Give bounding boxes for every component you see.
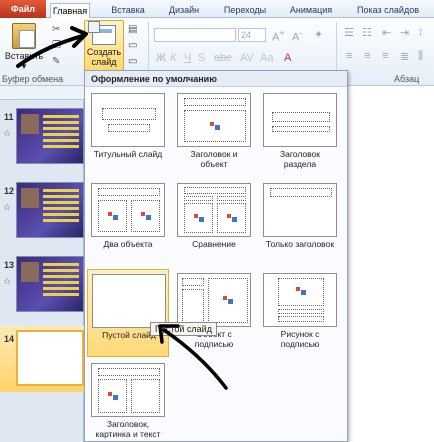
new-slide-label-2: слайд bbox=[91, 57, 117, 67]
layout-label: Только заголовок bbox=[265, 239, 335, 249]
picture-icon bbox=[141, 212, 151, 220]
layout-label: Титульный слайд bbox=[93, 149, 163, 159]
align-left-icon[interactable]: ≡ bbox=[346, 50, 352, 62]
spacing-icon[interactable]: AV bbox=[240, 52, 254, 64]
layout-preview bbox=[177, 93, 251, 147]
indent-icon[interactable]: ⇤ bbox=[382, 26, 391, 39]
justify-icon[interactable]: ≣ bbox=[400, 50, 409, 63]
columns-icon[interactable]: ⫼ bbox=[418, 50, 423, 63]
font-size-box[interactable]: 24 bbox=[238, 28, 266, 42]
layout-title-picture-text[interactable]: Заголовок, картинка и текст bbox=[87, 359, 169, 442]
layout-gallery: Оформление по умолчанию Титульный слайд … bbox=[84, 70, 348, 442]
slide-number: 12 bbox=[4, 186, 15, 196]
new-slide-icon bbox=[88, 21, 116, 45]
layout-comparison[interactable]: Сравнение bbox=[173, 179, 255, 267]
picture-icon bbox=[296, 287, 306, 295]
format-painter-icon[interactable]: ✎ bbox=[52, 56, 60, 67]
layout-preview bbox=[263, 183, 337, 237]
paste-label: Вставить bbox=[4, 51, 44, 61]
slide-number: 11 bbox=[4, 112, 14, 122]
layout-two-content[interactable]: Два объекта bbox=[87, 179, 169, 267]
align-right-icon[interactable]: ≡ bbox=[382, 50, 388, 62]
grow-font-icon[interactable]: A+ bbox=[272, 28, 285, 44]
case-icon[interactable]: Aa bbox=[260, 52, 273, 64]
picture-icon bbox=[223, 296, 233, 304]
slide-thumbnail[interactable] bbox=[16, 182, 84, 238]
reset-icon[interactable]: ▭ bbox=[128, 40, 137, 51]
picture-icon bbox=[108, 392, 118, 400]
layout-label: Рисунок с подписью bbox=[280, 329, 320, 349]
picture-icon bbox=[227, 214, 237, 222]
section-icon[interactable]: ▭ bbox=[128, 56, 137, 67]
layout-preview bbox=[92, 274, 166, 328]
slide-thumbnails-pane: 11 ☆ 12 ☆ 13 ☆ 14 bbox=[0, 86, 84, 442]
align-center-icon[interactable]: ≡ bbox=[364, 50, 370, 62]
bullets-icon[interactable]: ☰ bbox=[344, 26, 354, 39]
slide-thumbnail[interactable] bbox=[16, 108, 84, 164]
picture-icon bbox=[210, 122, 220, 130]
layout-picture-with-caption[interactable]: Рисунок с подписью bbox=[259, 269, 341, 357]
layout-label: Заголовок, картинка и текст bbox=[95, 419, 161, 439]
line-spacing-icon[interactable]: ↕ bbox=[418, 26, 424, 38]
layout-title-slide[interactable]: Титульный слайд bbox=[87, 89, 169, 177]
layout-preview bbox=[263, 273, 337, 327]
slide-thumbnail-selected[interactable] bbox=[16, 330, 84, 386]
tooltip: Пустой слайд bbox=[150, 322, 217, 336]
ribbon-tab-bar: Файл Главная Вставка Дизайн Переходы Ани… bbox=[0, 0, 434, 18]
animation-star-icon: ☆ bbox=[3, 276, 12, 286]
chevron-down-icon: ▾ bbox=[21, 61, 27, 71]
font-family-box[interactable] bbox=[154, 28, 236, 42]
strikethrough-icon[interactable]: abc bbox=[214, 52, 232, 64]
tab-file[interactable]: Файл bbox=[0, 0, 46, 18]
layout-preview bbox=[91, 93, 165, 147]
layout-preview bbox=[177, 183, 251, 237]
shadow-icon[interactable]: S bbox=[198, 52, 205, 64]
picture-icon bbox=[194, 214, 204, 222]
tab-slideshow[interactable]: Показ слайдов bbox=[350, 3, 426, 18]
layout-section-header[interactable]: Заголовок раздела bbox=[259, 89, 341, 177]
layout-label: Сравнение bbox=[192, 239, 236, 249]
paragraph-group-label: Абзац bbox=[394, 74, 420, 84]
pane-tabs[interactable] bbox=[0, 86, 84, 100]
slide-number: 13 bbox=[4, 260, 15, 270]
tab-home[interactable]: Главная bbox=[50, 3, 90, 18]
clear-format-icon[interactable]: ✦ bbox=[314, 28, 323, 41]
animation-star-icon: ☆ bbox=[3, 128, 12, 138]
shrink-font-icon[interactable]: A- bbox=[292, 28, 302, 44]
layout-content-with-caption[interactable]: Объект сподписью bbox=[173, 269, 255, 357]
layout-preview bbox=[177, 273, 251, 327]
tab-animation[interactable]: Анимация bbox=[283, 3, 339, 18]
tab-insert[interactable]: Вставка bbox=[108, 3, 148, 18]
copy-icon[interactable]: ❐ bbox=[52, 40, 61, 51]
layout-label: Заголовок раздела bbox=[280, 149, 320, 169]
paste-button[interactable]: Вставить ▾ bbox=[2, 20, 46, 71]
paste-icon bbox=[12, 23, 36, 49]
layout-title-and-content[interactable]: Заголовок и объект bbox=[173, 89, 255, 177]
gallery-header: Оформление по умолчанию bbox=[85, 71, 347, 87]
numbering-icon[interactable]: ☷ bbox=[362, 26, 372, 39]
slide-thumbnail[interactable] bbox=[16, 256, 84, 312]
cut-icon[interactable]: ✂ bbox=[52, 24, 60, 35]
layout-preview bbox=[91, 183, 165, 237]
layout-label: Заголовок и объект bbox=[190, 149, 238, 169]
new-slide-label-1: Создать bbox=[86, 47, 122, 57]
italic-icon[interactable]: К bbox=[170, 52, 176, 64]
tab-transitions[interactable]: Переходы bbox=[218, 3, 272, 18]
layout-preview bbox=[91, 363, 165, 417]
layout-icon[interactable]: ▤ bbox=[128, 24, 137, 35]
bold-icon[interactable]: Ж bbox=[156, 52, 166, 64]
underline-icon[interactable]: Ч bbox=[184, 52, 191, 64]
layout-label: Два объекта bbox=[103, 239, 153, 249]
new-slide-button[interactable]: Создать слайд bbox=[84, 20, 124, 74]
layout-title-only[interactable]: Только заголовок bbox=[259, 179, 341, 267]
tab-design[interactable]: Дизайн bbox=[164, 3, 204, 18]
font-color-icon[interactable]: A bbox=[284, 52, 291, 64]
picture-icon bbox=[108, 212, 118, 220]
layout-blank[interactable]: Пустой слайд bbox=[87, 269, 169, 357]
layout-preview bbox=[263, 93, 337, 147]
animation-star-icon: ☆ bbox=[3, 202, 12, 212]
outdent-icon[interactable]: ⇥ bbox=[400, 26, 409, 39]
slide-number: 14 bbox=[4, 334, 15, 344]
clipboard-group-label: Буфер обмена bbox=[2, 74, 64, 84]
